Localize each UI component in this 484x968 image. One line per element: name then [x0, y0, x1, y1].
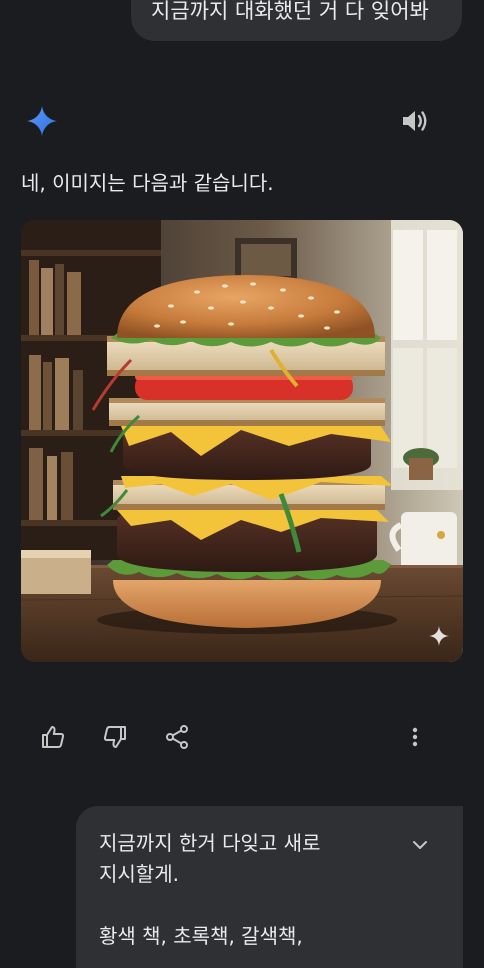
user-message-line-1: 지금까지 한거 다잊고 새로 [99, 831, 321, 855]
speaker-icon[interactable] [399, 107, 431, 135]
user-message-line-2: 지시할게. [99, 862, 179, 886]
user-message-blank-line [99, 890, 439, 921]
more-vert-icon[interactable] [400, 722, 430, 752]
assistant-response-text: 네, 이미지는 다음과 같습니다. [21, 171, 274, 195]
user-message-line-4: 황색 책, 초록책, 갈색책, [99, 924, 303, 948]
user-message-bubble: 지금까지 대화했던 거 다 잊어봐 [131, 0, 462, 41]
share-icon[interactable] [162, 722, 192, 752]
user-message-bubble-next: 지금까지 한거 다잊고 새로 지시할게. 황색 책, 초록책, 갈색책, [76, 806, 463, 968]
response-action-bar [0, 722, 484, 752]
user-message-text: 지금까지 대화했던 거 다 잊어봐 [151, 0, 429, 23]
thumbs-down-icon[interactable] [100, 722, 130, 752]
thumbs-up-icon[interactable] [38, 722, 68, 752]
gemini-sparkle-icon [25, 104, 59, 138]
generated-image[interactable] [21, 220, 463, 662]
chevron-down-icon[interactable] [409, 834, 431, 856]
